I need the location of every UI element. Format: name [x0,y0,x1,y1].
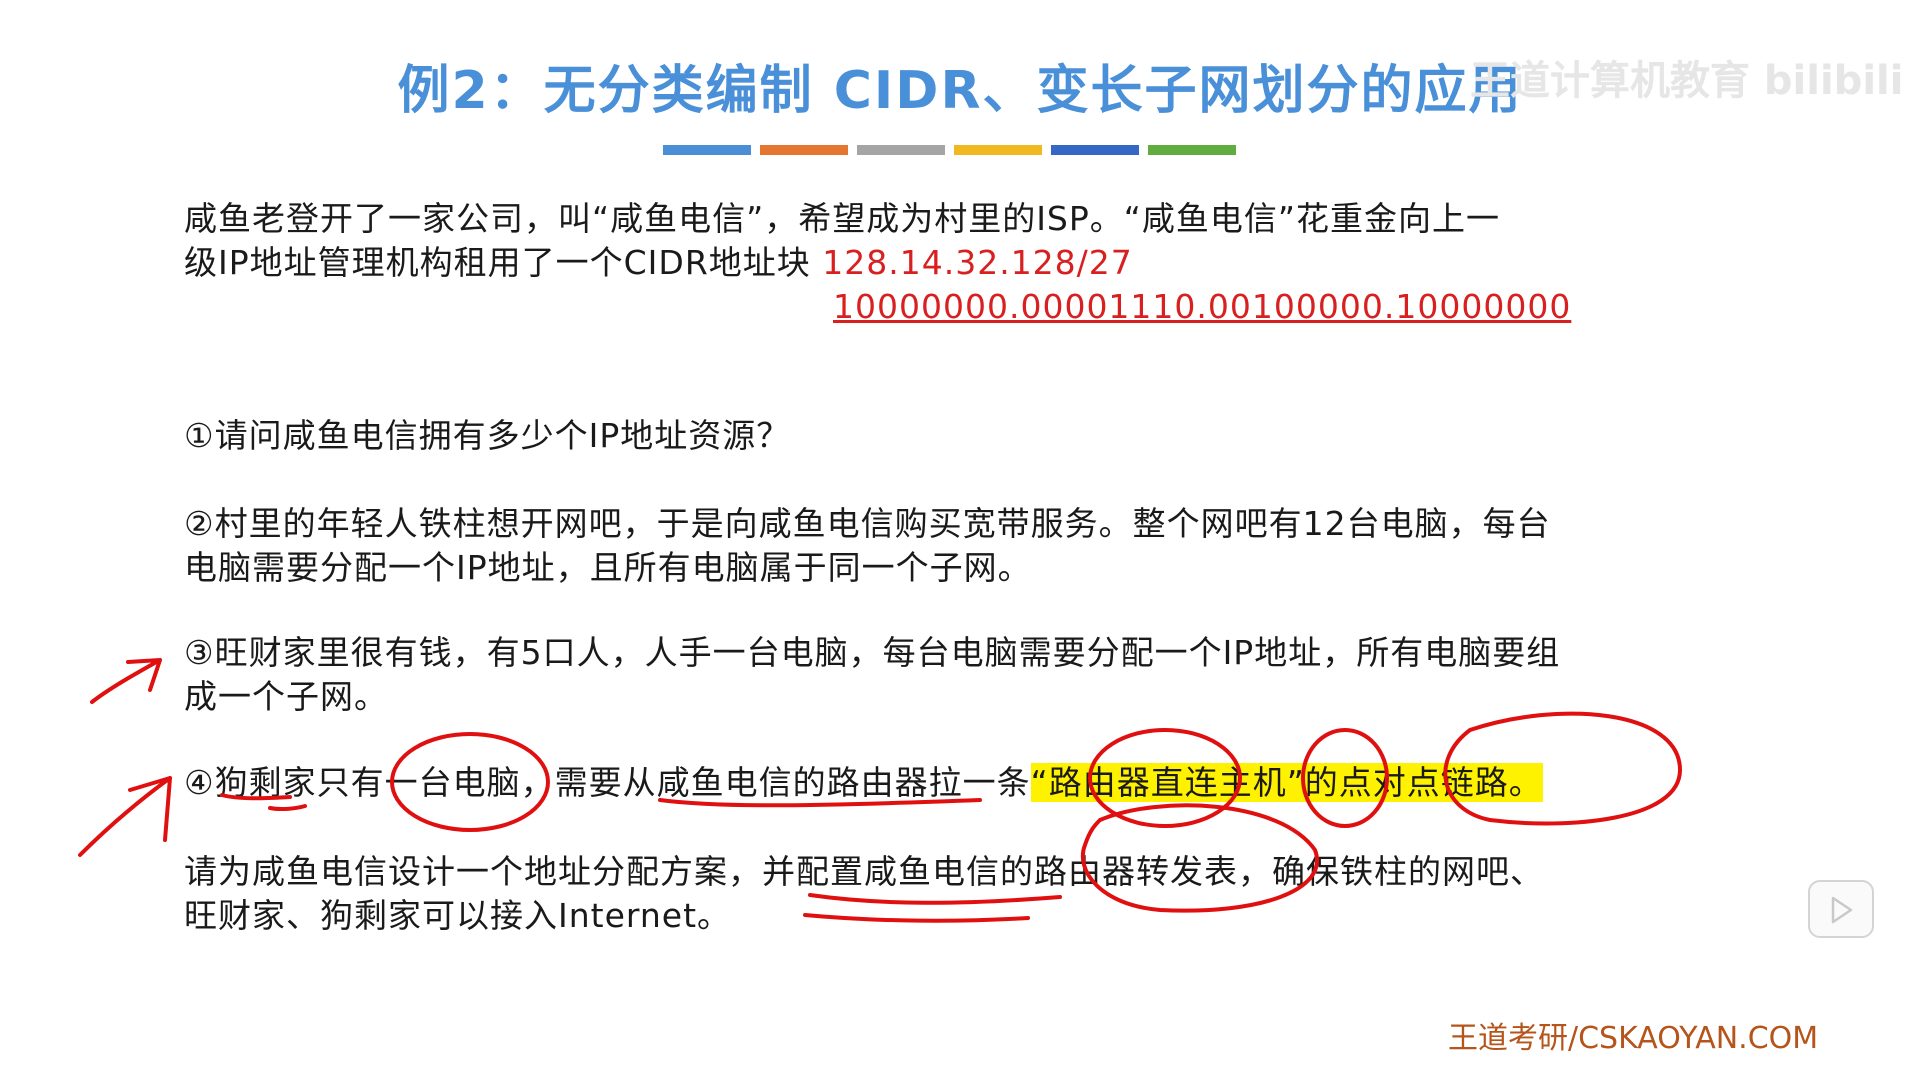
intro-line-2: 级IP地址管理机构租用了一个CIDR地址块 128.14.32.128/27 [184,241,1133,285]
arrow-to-q4-icon [78,776,172,857]
question-3-line-2: 成一个子网。 [184,677,388,716]
question-1: ①请问咸鱼电信拥有多少个IP地址资源？ [184,416,791,455]
task-line-1: 请为咸鱼电信设计一个地址分配方案，并配置咸鱼电信的路由器转发表，确保铁柱的网吧、 [184,852,1544,891]
question-2-line-2: 电脑需要分配一个IP地址，且所有电脑属于同一个子网。 [184,548,1032,587]
intro-line-2-text: 级IP地址管理机构租用了一个CIDR地址块 [184,243,823,282]
question-3-line-1: ③旺财家里很有钱，有5口人，人手一台电脑，每台电脑需要分配一个IP地址，所有电脑… [184,633,1561,672]
underline-configure-1 [808,893,1062,905]
watermark: 王道计算机教育 bilibili [1470,58,1904,104]
color-bar-segment [663,145,751,155]
color-bar-segment [1148,145,1236,155]
color-bar-segment [857,145,945,155]
task-line-2: 旺财家、狗剩家可以接入Internet。 [184,896,732,935]
question-4-highlight: “路由器直连主机”的点对点链路。 [1030,763,1543,802]
question-4: ④狗剩家只有一台电脑，需要从咸鱼电信的路由器拉一条“路由器直连主机”的点对点链路… [184,761,1543,805]
color-bar-segment [1051,145,1139,155]
play-button[interactable] [1808,880,1874,938]
underline-configure-2 [803,913,1030,923]
footer-brand: 王道考研/CSKAOYAN.COM [1448,1021,1819,1056]
color-bar-segment [760,145,848,155]
question-4-text: ④狗剩家只有一台电脑，需要从咸鱼电信的路由器拉一条 [184,763,1031,802]
color-bar-segment [954,145,1042,155]
intro-line-1: 咸鱼老登开了一家公司，叫“咸鱼电信”，希望成为村里的ISP。“咸鱼电信”花重金向… [184,199,1500,238]
question-2-line-1: ②村里的年轻人铁柱想开网吧，于是向咸鱼电信购买宽带服务。整个网吧有12台电脑，每… [184,504,1551,543]
arrow-to-q3-icon [90,658,162,704]
play-icon [1831,896,1853,924]
cidr-block: 128.14.32.128/27 [822,243,1133,282]
cidr-binary: 10000000.00001110.00100000.10000000 [833,287,1572,326]
